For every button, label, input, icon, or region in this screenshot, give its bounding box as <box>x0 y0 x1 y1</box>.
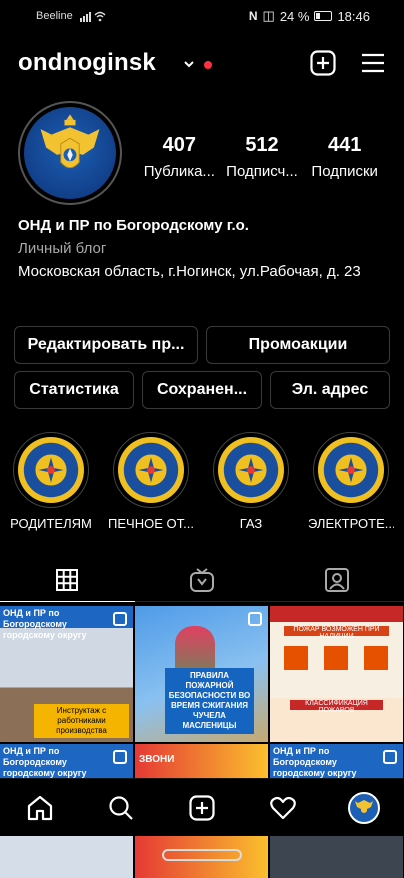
tagged-user-icon <box>324 567 349 592</box>
stat-label: Подписки <box>311 163 378 180</box>
bottom-navigation <box>0 778 404 836</box>
nav-activity[interactable] <box>263 788 303 828</box>
post-thumbnail[interactable]: ПОЖАР ВОЗМОЖЕН ПРИ НАЛИЧИИ КЛАССИФИКАЦИЯ… <box>270 606 403 742</box>
email-button[interactable]: Эл. адрес <box>270 371 390 409</box>
promotions-button[interactable]: Промоакции <box>206 326 390 364</box>
highlight-label: ПЕЧНОЕ ОТ... <box>108 516 194 531</box>
stat-value: 512 <box>245 134 279 156</box>
edit-profile-button[interactable]: Редактировать пр... <box>14 326 198 364</box>
nav-home[interactable] <box>20 788 60 828</box>
heart-icon <box>269 796 296 819</box>
highlight-item[interactable]: РОДИТЕЛЯМ <box>8 432 94 531</box>
stat-posts[interactable]: 407 Публика... <box>138 134 221 180</box>
emercom-badge-icon <box>17 436 85 504</box>
post-title: ЗВОНИ <box>139 754 175 765</box>
tab-posts-grid[interactable] <box>0 558 135 602</box>
post-caption: ПРАВИЛА ПОЖАРНОЙ БЕЗОПАСНОСТИ ВО ВРЕМЯ С… <box>165 668 254 734</box>
profile-name: ОНД и ПР по Богородскому г.о. <box>18 217 249 234</box>
profile-actions-row-2: Статистика Сохранен... Эл. адрес <box>14 371 390 409</box>
notification-dot <box>204 61 212 69</box>
highlight-item[interactable]: ГАЗ <box>208 432 294 531</box>
stat-label: Подписч... <box>226 163 298 180</box>
battery-percent: 24 % <box>279 8 310 24</box>
nfc-icon: N <box>248 9 258 23</box>
post-title: ОНД и ПР по Богородскому городскому окру… <box>3 608 87 640</box>
profile-stats: 407 Публика... 512 Подписч... 441 Подпис… <box>138 134 386 180</box>
signal-wifi-icon <box>80 11 106 22</box>
highlight-label: РОДИТЕЛЯМ <box>10 516 92 531</box>
new-post-icon[interactable] <box>310 50 336 76</box>
profile-category: Личный блог <box>18 240 107 257</box>
carrier-name: Beeline <box>36 10 73 22</box>
nav-search[interactable] <box>101 788 141 828</box>
post-footer: КЛАССИФИКАЦИЯ ПОЖАРОВ <box>290 700 383 714</box>
stat-value: 407 <box>162 134 197 156</box>
insights-button[interactable]: Статистика <box>14 371 134 409</box>
battery-icon <box>314 11 333 21</box>
alarm-icon: ◫ <box>262 8 275 23</box>
tab-tagged[interactable] <box>269 558 404 601</box>
emercom-badge-icon <box>217 436 285 504</box>
saved-button[interactable]: Сохранен... <box>142 371 262 409</box>
add-post-icon <box>189 794 215 821</box>
profile-tabs <box>0 558 404 602</box>
profile-header: ondnoginsk <box>18 44 386 84</box>
emercom-badge-icon <box>117 436 185 504</box>
system-home-indicator[interactable] <box>162 849 242 861</box>
highlight-label: ЭЛЕКТРОТЕ... <box>308 516 394 531</box>
stat-followers[interactable]: 512 Подписч... <box>221 134 304 180</box>
post-caption: Инструктаж с работниками производства <box>34 704 129 738</box>
post-header: ПОЖАР ВОЗМОЖЕН ПРИ НАЛИЧИИ <box>284 626 389 640</box>
carousel-icon <box>248 612 262 626</box>
profile-bio: ОНД и ПР по Богородскому г.о. Личный бло… <box>18 217 388 283</box>
post-title: ОНД и ПР по Богородскому городскому окру… <box>273 746 357 778</box>
post-thumbnail[interactable]: ПРАВИЛА ПОЖАРНОЙ БЕЗОПАСНОСТИ ВО ВРЕМЯ С… <box>135 606 268 742</box>
stat-value: 441 <box>327 134 362 156</box>
posts-grid: ОНД и ПР по Богородскому городскому окру… <box>0 606 404 878</box>
emercom-emblem-icon <box>354 799 373 813</box>
carousel-icon <box>113 750 127 764</box>
profile-actions-row-1: Редактировать пр... Промоакции <box>14 326 390 364</box>
profile-address[interactable]: Московская область, г.Ногинск, ул.Рабоча… <box>18 261 388 283</box>
status-bar: Beeline N ◫ 24 % 18:46 <box>0 0 404 34</box>
profile-avatar[interactable] <box>18 101 122 205</box>
highlight-label: ГАЗ <box>239 516 263 531</box>
clock: 18:46 <box>337 8 370 24</box>
story-highlights: РОДИТЕЛЯМ ПЕЧНОЕ ОТ... ГАЗ ЭЛЕКТРОТЕ... <box>8 432 404 531</box>
stat-label: Публика... <box>143 163 215 180</box>
post-banner <box>270 606 403 622</box>
carousel-icon <box>113 612 127 626</box>
menu-icon[interactable] <box>360 50 386 76</box>
grid-icon <box>56 568 79 591</box>
stat-following[interactable]: 441 Подписки <box>303 134 386 180</box>
chevron-down-icon[interactable] <box>184 59 194 69</box>
igtv-icon <box>190 567 214 592</box>
emercom-badge-icon <box>317 436 385 504</box>
username-switcher[interactable]: ondnoginsk <box>18 49 156 77</box>
search-icon <box>109 795 133 820</box>
emercom-emblem-icon <box>40 114 100 169</box>
carousel-icon <box>383 750 397 764</box>
tab-igtv[interactable] <box>135 558 270 601</box>
profile-avatar-small <box>347 791 380 824</box>
fire-tile-icon <box>284 646 308 670</box>
home-icon <box>28 795 53 820</box>
highlight-item[interactable]: ПЕЧНОЕ ОТ... <box>108 432 194 531</box>
nav-new-post[interactable] <box>182 788 222 828</box>
highlight-item[interactable]: ЭЛЕКТРОТЕ... <box>308 432 394 531</box>
post-thumbnail[interactable]: ОНД и ПР по Богородскому городскому окру… <box>0 606 133 742</box>
fire-tile-icon <box>364 646 388 670</box>
fire-tile-icon <box>324 646 348 670</box>
nav-profile[interactable] <box>344 788 384 828</box>
post-title: ОНД и ПР по Богородскому городскому окру… <box>3 746 87 778</box>
